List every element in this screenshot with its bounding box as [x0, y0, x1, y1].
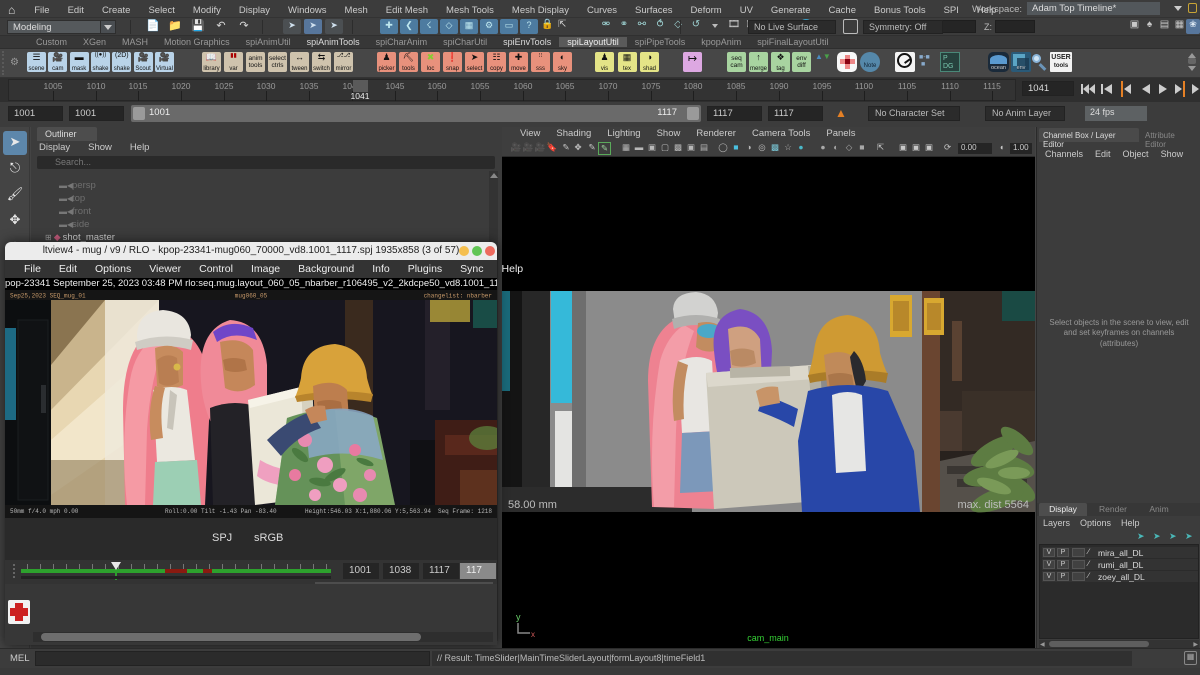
svg-text:Height:546.03 X:1,880.06 Y:5,5: Height:546.03 X:1,880.06 Y:5,563.94	[305, 508, 431, 515]
svg-text:y: y	[516, 612, 521, 622]
svg-text:50mm f/4.0 mph 0.00: 50mm f/4.0 mph 0.00	[10, 508, 79, 515]
svg-text:mug060_05: mug060_05	[235, 293, 268, 300]
svg-text:x: x	[531, 630, 535, 639]
svg-text:max. dist 5564: max. dist 5564	[957, 499, 1029, 511]
svg-text:Seq Frame: 1218: Seq Frame: 1218	[438, 508, 492, 515]
svg-text:Roll:0.00 Tilt -1.43 Pan -83.4: Roll:0.00 Tilt -1.43 Pan -83.40	[165, 508, 277, 515]
svg-text:58.00 mm: 58.00 mm	[508, 499, 557, 511]
svg-text:Sep25,2023 SEQ_mug_01: Sep25,2023 SEQ_mug_01	[10, 293, 86, 300]
svg-text:cam_main: cam_main	[747, 633, 789, 643]
svg-text:changelist: nbarber: changelist: nbarber	[424, 293, 493, 300]
